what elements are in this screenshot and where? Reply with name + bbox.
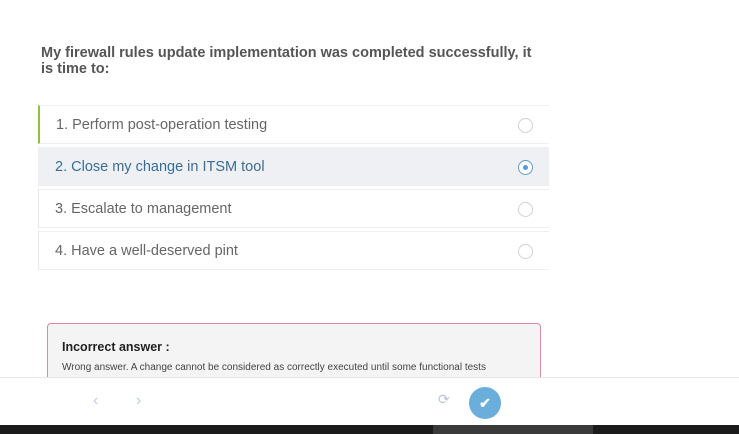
option-1-label: 1. Perform post-operation testing (56, 116, 268, 133)
option-1[interactable]: 1. Perform post-operation testing (38, 105, 549, 144)
feedback-title: Incorrect answer : (62, 340, 170, 354)
option-3-radio[interactable] (518, 202, 533, 217)
feedback-text: Wrong answer. A change cannot be conside… (62, 362, 486, 373)
reload-icon[interactable]: ⟳ (438, 391, 450, 408)
option-1-radio[interactable] (518, 118, 533, 133)
taskbar (0, 425, 739, 434)
option-2-label: 2. Close my change in ITSM tool (55, 158, 265, 175)
check-icon: ✔ (479, 394, 491, 411)
scrolled-off-text (40, 0, 520, 4)
option-4[interactable]: 4. Have a well-deserved pint (38, 231, 549, 270)
option-2[interactable]: 2. Close my change in ITSM tool (38, 147, 549, 186)
option-3[interactable]: 3. Escalate to management (38, 189, 549, 228)
submit-button[interactable]: ✔ (469, 387, 501, 419)
taskbar-active-item[interactable] (433, 425, 593, 434)
chevron-right-icon[interactable]: › (136, 392, 141, 410)
question-text: My firewall rules update implementation … (41, 45, 532, 77)
bottom-navigation-bar: ‹ › ⟳ ✔ (0, 377, 739, 425)
option-4-radio[interactable] (518, 244, 533, 259)
option-2-radio[interactable] (518, 160, 533, 175)
answer-options: 1. Perform post-operation testing 2. Clo… (38, 105, 549, 273)
option-3-label: 3. Escalate to management (55, 200, 232, 217)
option-4-label: 4. Have a well-deserved pint (55, 242, 238, 259)
chevron-left-icon[interactable]: ‹ (93, 392, 98, 410)
